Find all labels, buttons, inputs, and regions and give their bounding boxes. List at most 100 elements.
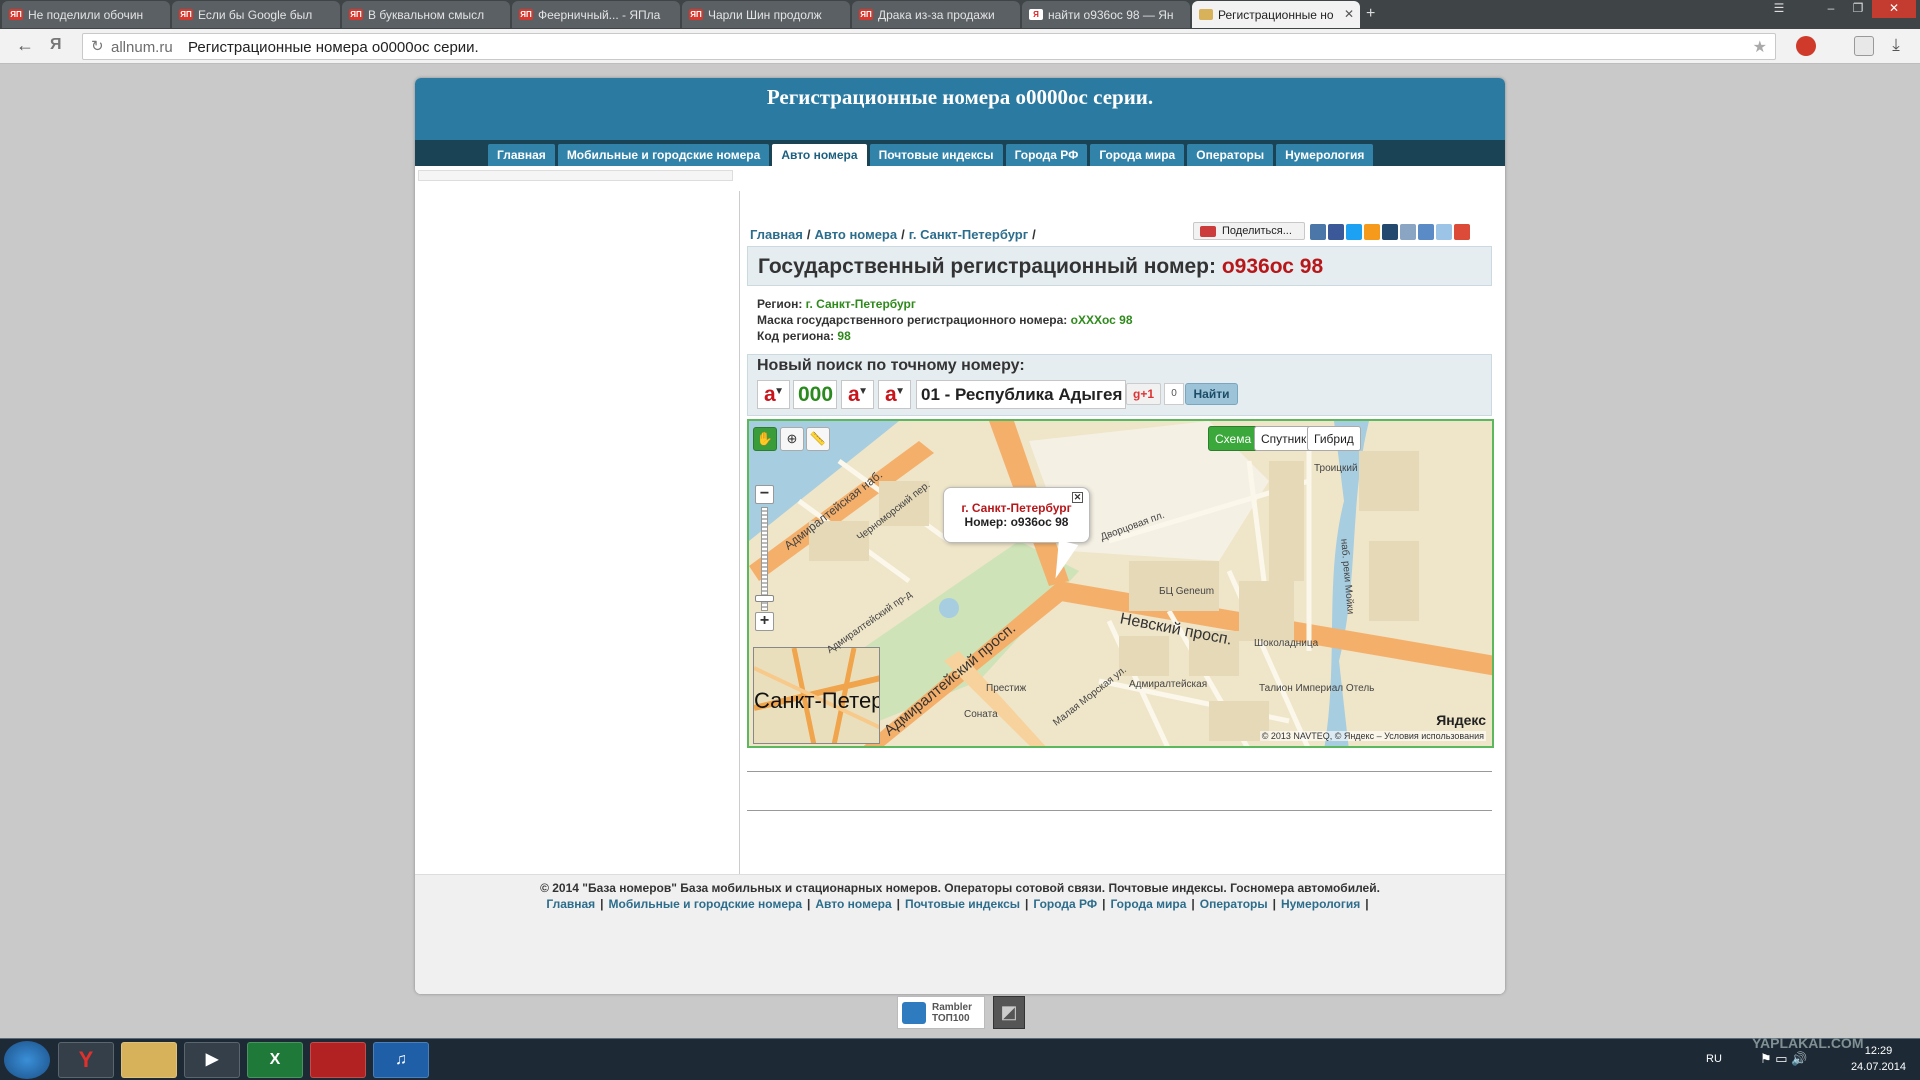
nav-home[interactable]: Главная <box>488 144 555 166</box>
letter2-select[interactable]: а ▼ <box>841 380 874 409</box>
nav-mobile-numbers[interactable]: Мобильные и городские номера <box>557 144 770 166</box>
explorer-taskbar-icon[interactable] <box>121 1042 177 1078</box>
browser-tab[interactable]: Янайти о936ос 98 — Ян <box>1022 1 1190 28</box>
nav-auto-numbers[interactable]: Авто номера <box>772 144 867 166</box>
letter1-select[interactable]: а ▼ <box>757 380 790 409</box>
map-type-scheme[interactable]: Схема <box>1208 426 1259 451</box>
map-label: Шоколадница <box>1254 638 1319 649</box>
close-icon[interactable]: ✕ <box>1072 492 1083 503</box>
breadcrumb-home[interactable]: Главная <box>750 227 803 242</box>
site-container: Регистрационные номера о0000ос серии. Гл… <box>415 78 1505 994</box>
nav-world-cities[interactable]: Города мира <box>1090 144 1185 166</box>
footer-link-numerology[interactable]: Нумерология <box>1281 897 1360 911</box>
footer-link-cities-rf[interactable]: Города РФ <box>1033 897 1097 911</box>
metro-station-label: Адмиралтейская <box>1129 679 1208 690</box>
language-indicator[interactable]: RU <box>1706 1053 1722 1065</box>
google-plus-one-button[interactable]: g+1 <box>1126 383 1161 405</box>
zoom-control: − + <box>755 485 774 635</box>
yandex-browser-taskbar-icon[interactable]: Y <box>58 1042 114 1078</box>
friendfeed-icon[interactable] <box>1436 224 1452 240</box>
nav-operators[interactable]: Операторы <box>1187 144 1274 166</box>
browser-tab[interactable]: ЯП В буквальном смысл <box>342 1 510 28</box>
livejournal-icon[interactable] <box>1400 224 1416 240</box>
extension-icon[interactable] <box>1796 36 1816 56</box>
region-select[interactable]: 01 - Республика Адыгея <box>916 380 1126 409</box>
windows-taskbar: Y ▶ X ♫ RU ⚑ ▭ 🔊 YAPLAKAL.COM 12:29 24.0… <box>0 1035 1920 1080</box>
balloon-number: Номер: о936ос 98 <box>964 515 1069 529</box>
maximize-button[interactable]: ❐ <box>1846 0 1870 18</box>
browser-toolbar: ← Я ↻ allnum.ru Регистрационные номера о… <box>0 29 1920 64</box>
reload-icon[interactable]: ↻ <box>91 37 104 55</box>
footer-link-world-cities[interactable]: Города мира <box>1110 897 1186 911</box>
vk-icon[interactable] <box>1310 224 1326 240</box>
moimir-icon[interactable] <box>1418 224 1434 240</box>
liveinternet-counter-icon[interactable]: ◩ <box>993 996 1025 1029</box>
find-button[interactable]: Найти <box>1185 383 1238 405</box>
digits-input[interactable]: 000 <box>793 380 837 409</box>
breadcrumb-auto-numbers[interactable]: Авто номера <box>815 227 898 242</box>
zoom-out-button[interactable]: − <box>755 485 774 504</box>
share-button[interactable]: Поделиться... <box>1193 222 1305 240</box>
close-tab-icon[interactable]: ✕ <box>1344 7 1354 21</box>
address-bar[interactable]: ↻ allnum.ru Регистрационные номера о0000… <box>82 33 1776 60</box>
itunes-taskbar-icon[interactable]: ♫ <box>373 1042 429 1078</box>
browser-tab[interactable]: ЯП Феерничный... - ЯПла <box>512 1 680 28</box>
tray-icons[interactable]: ⚑ ▭ 🔊 <box>1760 1051 1807 1067</box>
browser-tab[interactable]: ЯП Чарли Шин продолж <box>682 1 850 28</box>
download-manager-icon[interactable] <box>1854 36 1874 56</box>
browser-tabstrip: ЯП Не поделили обочин ЯП Если бы Google бы… <box>0 0 1920 29</box>
letter3-select[interactable]: а ▼ <box>878 380 911 409</box>
pdf-reader-taskbar-icon[interactable] <box>310 1042 366 1078</box>
hand-pan-icon[interactable]: ✋ <box>753 427 777 451</box>
yandex-y-icon[interactable]: Я <box>50 36 62 54</box>
tab-label: В буквальном смысл <box>368 8 485 22</box>
column-divider <box>739 191 740 889</box>
facebook-icon[interactable] <box>1328 224 1344 240</box>
footer-link-auto[interactable]: Авто номера <box>815 897 891 911</box>
map-copyright[interactable]: © 2013 NAVTEQ, © Яндекс – Условия исполь… <box>1259 731 1486 741</box>
nav-postal-codes[interactable]: Почтовые индексы <box>869 144 1003 166</box>
code-value[interactable]: 98 <box>837 329 850 343</box>
system-clock[interactable]: 12:29 24.07.2014 <box>1851 1043 1906 1075</box>
menu-icon[interactable]: ☰ <box>1768 0 1790 18</box>
overview-minimap[interactable]: Санкт-Петербу <box>753 647 880 744</box>
close-window-button[interactable]: ✕ <box>1872 0 1916 18</box>
map-type-hybrid[interactable]: Гибрид <box>1307 426 1361 451</box>
google-plus-icon[interactable] <box>1454 224 1470 240</box>
nav-cities-rf[interactable]: Города РФ <box>1005 144 1088 166</box>
map-label: Талион Империал Отель <box>1259 683 1375 694</box>
bookmark-star-icon[interactable]: ★ <box>1753 37 1767 57</box>
excel-taskbar-icon[interactable]: X <box>247 1042 303 1078</box>
media-player-taskbar-icon[interactable]: ▶ <box>184 1042 240 1078</box>
breadcrumb-city[interactable]: г. Санкт-Петербург <box>909 227 1028 242</box>
rambler-counter[interactable]: Rambler ТОП100 <box>897 996 985 1029</box>
region-value[interactable]: г. Санкт-Петербург <box>806 297 916 311</box>
browser-tab[interactable]: ЯП Драка из-за продажи <box>852 1 1020 28</box>
twitter-icon[interactable] <box>1346 224 1362 240</box>
yandex-map[interactable]: ✋ ⊕ 📏 Схема Спутник Гибрид − + Санкт-Пет… <box>747 419 1494 748</box>
odnoklassniki-icon[interactable] <box>1364 224 1380 240</box>
footer-link-postal[interactable]: Почтовые индексы <box>905 897 1020 911</box>
browser-tab-active[interactable]: Регистрационные но ✕ <box>1192 1 1360 28</box>
left-sidebar-bar <box>418 170 733 181</box>
zoom-area-icon[interactable]: ⊕ <box>780 427 804 451</box>
browser-tab[interactable]: ЯП Не поделили обочин <box>2 1 170 28</box>
footer-link-home[interactable]: Главная <box>546 897 595 911</box>
mask-value[interactable]: оXXXос 98 <box>1071 313 1133 327</box>
mailru-icon[interactable] <box>1382 224 1398 240</box>
minimize-button[interactable]: ‒ <box>1818 0 1844 18</box>
download-arrow-icon[interactable]: ⤓ <box>1886 36 1906 56</box>
number-details: Регион: г. Санкт-Петербург Маска государ… <box>757 296 1133 344</box>
nav-numerology[interactable]: Нумерология <box>1276 144 1374 166</box>
footer-link-operators[interactable]: Операторы <box>1200 897 1268 911</box>
browser-tab[interactable]: ЯП Если бы Google был <box>172 1 340 28</box>
zoom-slider-handle[interactable] <box>755 595 774 602</box>
footer-link-mobile[interactable]: Мобильные и городские номера <box>609 897 803 911</box>
back-arrow-icon[interactable]: ← <box>16 35 34 56</box>
map-type-satellite[interactable]: Спутник <box>1254 426 1314 451</box>
heading-prefix: Государственный регистрационный номер: <box>758 255 1217 278</box>
start-button-icon[interactable] <box>4 1041 50 1079</box>
ruler-icon[interactable]: 📏 <box>806 427 830 451</box>
zoom-in-button[interactable]: + <box>755 612 774 631</box>
new-tab-button[interactable]: + <box>1366 5 1384 22</box>
